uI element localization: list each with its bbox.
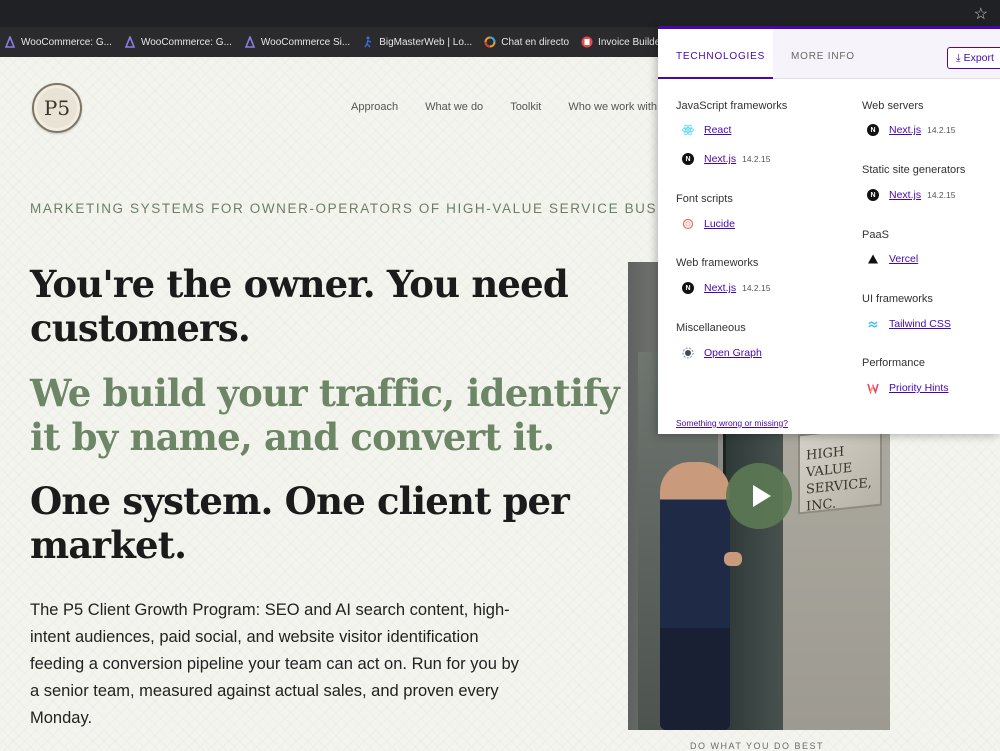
woocommerce-icon [124,34,136,48]
category-static-site-generators: Static site generators [862,164,966,176]
tech-version: 14.2.15 [742,154,771,164]
nav-link-toolkit[interactable]: Toolkit [510,101,541,113]
tech-link[interactable]: Next.js [889,124,921,136]
nav-link-what-we-do[interactable]: What we do [425,101,483,113]
tech-tailwind-css[interactable]: Tailwind CSS [867,318,951,330]
chat-ring-icon [484,36,496,48]
popup-tabs: TECHNOLOGIES MORE INFO ⤓ Export [658,29,1000,79]
tech-version: 14.2.15 [742,283,771,293]
bookmark-item[interactable]: Chat en directo [480,36,577,48]
bookmark-star-icon[interactable]: ☆ [974,4,988,24]
bookmark-item[interactable]: BigMasterWeb | Lo... [358,36,480,48]
video-hand [724,552,742,566]
category-ui-frameworks: UI frameworks [862,293,933,305]
invoice-icon [581,36,593,48]
tech-react[interactable]: React [682,124,731,136]
tech-link[interactable]: Lucide [704,218,735,230]
bookmark-label: BigMasterWeb | Lo... [379,36,473,48]
priority-hints-icon [867,382,879,394]
bookmark-label: WooCommerce: G... [21,36,112,48]
logo-text: P5 [43,96,71,120]
tech-link[interactable]: React [704,124,731,136]
tailwind-icon [867,318,879,330]
video-sign: HIGH VALUE SERVICE, INC. [798,425,882,515]
video-caption: DO WHAT YOU DO BEST [690,741,825,751]
intro-paragraph: The P5 Client Growth Program: SEO and AI… [30,601,519,727]
video-person [660,462,730,730]
headline-one-system: One system. One client per market. [30,479,570,567]
site-logo[interactable]: P5 [32,83,82,133]
tech-link[interactable]: Vercel [889,253,918,265]
headline-owner: You're the owner. You need customers. [30,262,569,350]
tech-link[interactable]: Next.js [704,153,736,165]
play-button[interactable] [726,463,792,529]
play-icon [752,485,771,507]
bookmark-item[interactable]: WooCommerce Si... [240,34,358,48]
tech-link[interactable]: Next.js [889,189,921,201]
tech-link[interactable]: Open Graph [704,347,762,359]
lucide-icon [682,218,694,230]
category-miscellaneous: Miscellaneous [676,322,746,334]
tech-version: 14.2.15 [927,125,956,135]
react-icon [682,124,694,136]
download-icon: ⤓ [956,52,961,64]
tech-link[interactable]: Tailwind CSS [889,318,951,330]
tech-link[interactable]: Priority Hints [889,382,949,394]
woocommerce-icon [4,34,16,48]
export-label: Export [963,52,994,64]
category-web-frameworks: Web frameworks [676,257,759,269]
vercel-icon [867,253,879,265]
open-graph-icon [682,347,694,359]
category-js-frameworks: JavaScript frameworks [676,100,788,112]
export-button[interactable]: ⤓ Export [947,47,1000,69]
something-wrong-link[interactable]: Something wrong or missing? [676,418,788,428]
nextjs-icon: N [867,189,879,201]
headline-traffic: We build your traffic, identify it by na… [30,371,620,459]
bookmark-item[interactable]: WooCommerce: G... [120,34,240,48]
nextjs-icon: N [682,153,694,165]
tech-lucide[interactable]: Lucide [682,218,735,230]
tech-version: 14.2.15 [927,190,956,200]
runner-icon [362,36,374,48]
tech-vercel[interactable]: Vercel [867,253,918,265]
nextjs-icon: N [867,124,879,136]
tech-nextjs[interactable]: N Next.js 14.2.15 [682,282,770,294]
bookmark-label: WooCommerce Si... [260,36,351,48]
bookmark-label: Chat en directo [501,36,570,48]
tech-nextjs[interactable]: N Next.js 14.2.15 [682,153,770,165]
category-font-scripts: Font scripts [676,193,733,205]
tab-more-info[interactable]: MORE INFO [773,29,873,79]
category-web-servers: Web servers [862,100,924,112]
tech-open-graph[interactable]: Open Graph [682,347,762,359]
tech-nextjs[interactable]: N Next.js 14.2.15 [867,189,955,201]
eyebrow-text: MARKETING SYSTEMS FOR OWNER-OPERATORS OF… [30,201,658,216]
nav-link-who-we-work-with[interactable]: Who we work with [568,101,657,113]
woocommerce-icon [244,34,256,48]
tab-technologies[interactable]: TECHNOLOGIES [658,29,773,79]
nav-link-approach[interactable]: Approach [351,101,398,113]
technology-profiler-popup: TECHNOLOGIES MORE INFO ⤓ Export JavaScri… [658,26,1000,434]
bookmark-item[interactable]: WooCommerce: G... [0,34,120,48]
category-performance: Performance [862,357,925,369]
bookmark-label: WooCommerce: G... [140,36,232,48]
tech-nextjs[interactable]: N Next.js 14.2.15 [867,124,955,136]
site-nav: Approach What we do Toolkit Who we work … [351,101,684,113]
tech-priority-hints[interactable]: Priority Hints [867,382,949,394]
tech-link[interactable]: Next.js [704,282,736,294]
browser-toolbar: ☆ [0,0,1000,27]
category-paas: PaaS [862,229,889,241]
nextjs-icon: N [682,282,694,294]
